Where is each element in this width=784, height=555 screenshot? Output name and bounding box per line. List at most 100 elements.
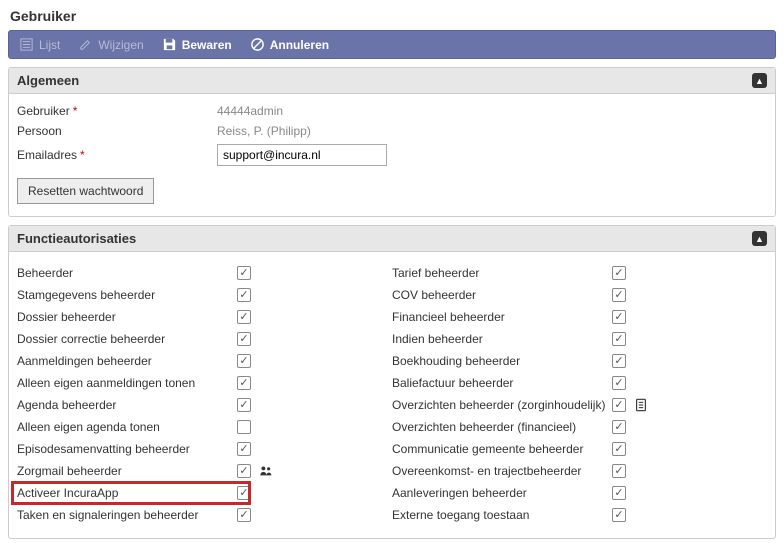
- checkbox-indien-beheerder[interactable]: [612, 332, 626, 346]
- general-title: Algemeen: [17, 73, 79, 88]
- save-icon: [162, 37, 177, 52]
- collapse-icon[interactable]: ▲: [752, 231, 767, 246]
- auth-row: Overeenkomst- en trajectbeheerder: [392, 460, 767, 482]
- general-panel-header: Algemeen ▲: [9, 68, 775, 94]
- auth-label-overzichten-beheerder-financieel: Overzichten beheerder (financieel): [392, 420, 612, 434]
- checkbox-zorgmail-beheerder[interactable]: [237, 464, 251, 478]
- checkbox-aanleveringen-beheerder[interactable]: [612, 486, 626, 500]
- checkbox-aanmeldingen-beheerder[interactable]: [237, 354, 251, 368]
- checkbox-activeer-incuraapp[interactable]: [237, 486, 251, 500]
- general-panel-body: Gebruiker* 44444admin Persoon Reiss, P. …: [9, 94, 775, 216]
- email-row: Emailadres*: [17, 144, 767, 166]
- auth-label-boekhouding-beheerder: Boekhouding beheerder: [392, 354, 612, 368]
- general-panel: Algemeen ▲ Gebruiker* 44444admin Persoon…: [8, 67, 776, 217]
- auth-grid: Beheerder Stamgegevens beheerder Dossier b…: [17, 262, 767, 526]
- user-row: Gebruiker* 44444admin: [17, 104, 767, 118]
- checkbox-baliefactuur-beheerder[interactable]: [612, 376, 626, 390]
- auth-label-beheerder: Beheerder: [17, 266, 237, 280]
- auth-label-indien-beheerder: Indien beheerder: [392, 332, 612, 346]
- auth-label-aanmeldingen-beheerder: Aanmeldingen beheerder: [17, 354, 237, 368]
- auth-row: COV beheerder: [392, 284, 767, 306]
- auth-row: Activeer IncuraApp: [17, 482, 392, 504]
- people-icon[interactable]: [259, 464, 273, 478]
- auth-label-taken-en-signaleringen-beheerder: Taken en signaleringen beheerder: [17, 508, 237, 522]
- auth-label-financieel-beheerder: Financieel beheerder: [392, 310, 612, 324]
- email-label: Emailadres*: [17, 148, 217, 162]
- checkbox-financieel-beheerder[interactable]: [612, 310, 626, 324]
- auth-row: Stamgegevens beheerder: [17, 284, 392, 306]
- checkbox-taken-en-signaleringen-beheerder[interactable]: [237, 508, 251, 522]
- auth-label-aanleveringen-beheerder: Aanleveringen beheerder: [392, 486, 612, 500]
- checkbox-cov-beheerder[interactable]: [612, 288, 626, 302]
- checkbox-stamgegevens-beheerder[interactable]: [237, 288, 251, 302]
- reset-password-button[interactable]: Resetten wachtwoord: [17, 178, 154, 204]
- auth-label-zorgmail-beheerder: Zorgmail beheerder: [17, 464, 237, 478]
- auth-row: Boekhouding beheerder: [392, 350, 767, 372]
- auth-row: Episodesamenvatting beheerder: [17, 438, 392, 460]
- auth-row: Beheerder: [17, 262, 392, 284]
- save-button[interactable]: Bewaren: [158, 35, 236, 54]
- auth-label-overzichten-beheerder-zorginhoudelijk: Overzichten beheerder (zorginhoudelijk): [392, 398, 612, 412]
- auth-row: Taken en signaleringen beheerder: [17, 504, 392, 526]
- auth-row: Agenda beheerder: [17, 394, 392, 416]
- auth-label-dossier-beheerder: Dossier beheerder: [17, 310, 237, 324]
- user-value: 44444admin: [217, 104, 283, 118]
- auth-label-communicatie-gemeente-beheerder: Communicatie gemeente beheerder: [392, 442, 612, 456]
- auth-row: Financieel beheerder: [392, 306, 767, 328]
- auth-label-dossier-correctie-beheerder: Dossier correctie beheerder: [17, 332, 237, 346]
- auth-panel-header: Functieautorisaties ▲: [9, 226, 775, 252]
- email-field[interactable]: [217, 144, 387, 166]
- auth-panel-body: Beheerder Stamgegevens beheerder Dossier b…: [9, 252, 775, 538]
- user-label: Gebruiker*: [17, 104, 217, 118]
- cancel-icon: [250, 37, 265, 52]
- edit-label: Wijzigen: [98, 38, 143, 52]
- auth-row: Aanleveringen beheerder: [392, 482, 767, 504]
- checkbox-externe-toegang-toestaan[interactable]: [612, 508, 626, 522]
- auth-col-right: Tarief beheerderCOV beheerderFinancieel …: [392, 262, 767, 526]
- auth-row: Alleen eigen aanmeldingen tonen: [17, 372, 392, 394]
- person-label: Persoon: [17, 124, 217, 138]
- edit-icon: [78, 37, 93, 52]
- checkbox-boekhouding-beheerder[interactable]: [612, 354, 626, 368]
- auth-row: Zorgmail beheerder: [17, 460, 392, 482]
- person-row: Persoon Reiss, P. (Philipp): [17, 124, 767, 138]
- auth-label-episodesamenvatting-beheerder: Episodesamenvatting beheerder: [17, 442, 237, 456]
- list-icon: [19, 37, 34, 52]
- checkbox-alleen-eigen-aanmeldingen-tonen[interactable]: [237, 376, 251, 390]
- checkbox-overeenkomst-en-trajectbeheerder[interactable]: [612, 464, 626, 478]
- auth-label-externe-toegang-toestaan: Externe toegang toestaan: [392, 508, 612, 522]
- auth-label-activeer-incuraapp: Activeer IncuraApp: [17, 486, 237, 500]
- checkbox-overzichten-beheerder-zorginhoudelijk[interactable]: [612, 398, 626, 412]
- collapse-icon[interactable]: ▲: [752, 73, 767, 88]
- auth-label-stamgegevens-beheerder: Stamgegevens beheerder: [17, 288, 237, 302]
- auth-label-alleen-eigen-agenda-tonen: Alleen eigen agenda tonen: [17, 420, 237, 434]
- checkbox-dossier-beheerder[interactable]: [237, 310, 251, 324]
- auth-row: Indien beheerder: [392, 328, 767, 350]
- checkbox-overzichten-beheerder-financieel[interactable]: [612, 420, 626, 434]
- list-button[interactable]: Lijst: [15, 35, 64, 54]
- auth-label-overeenkomst-en-trajectbeheerder: Overeenkomst- en trajectbeheerder: [392, 464, 612, 478]
- document-icon[interactable]: [634, 398, 648, 412]
- checkbox-tarief-beheerder[interactable]: [612, 266, 626, 280]
- auth-col-left: Beheerder Stamgegevens beheerder Dossier b…: [17, 262, 392, 526]
- checkbox-dossier-correctie-beheerder[interactable]: [237, 332, 251, 346]
- cancel-label: Annuleren: [270, 38, 329, 52]
- list-label: Lijst: [39, 38, 60, 52]
- auth-row: Overzichten beheerder (financieel): [392, 416, 767, 438]
- auth-row: Overzichten beheerder (zorginhoudelijk): [392, 394, 767, 416]
- checkbox-episodesamenvatting-beheerder[interactable]: [237, 442, 251, 456]
- checkbox-beheerder[interactable]: [237, 266, 251, 280]
- checkbox-agenda-beheerder[interactable]: [237, 398, 251, 412]
- auth-panel: Functieautorisaties ▲ Beheerder Stamgegev…: [8, 225, 776, 539]
- auth-row: Dossier correctie beheerder: [17, 328, 392, 350]
- auth-row: Aanmeldingen beheerder: [17, 350, 392, 372]
- toolbar: Lijst Wijzigen Bewaren Annuleren: [8, 30, 776, 59]
- auth-title: Functieautorisaties: [17, 231, 136, 246]
- auth-row: Communicatie gemeente beheerder: [392, 438, 767, 460]
- auth-row: Externe toegang toestaan: [392, 504, 767, 526]
- checkbox-communicatie-gemeente-beheerder[interactable]: [612, 442, 626, 456]
- checkbox-alleen-eigen-agenda-tonen[interactable]: [237, 420, 251, 434]
- auth-label-agenda-beheerder: Agenda beheerder: [17, 398, 237, 412]
- edit-button[interactable]: Wijzigen: [74, 35, 147, 54]
- cancel-button[interactable]: Annuleren: [246, 35, 333, 54]
